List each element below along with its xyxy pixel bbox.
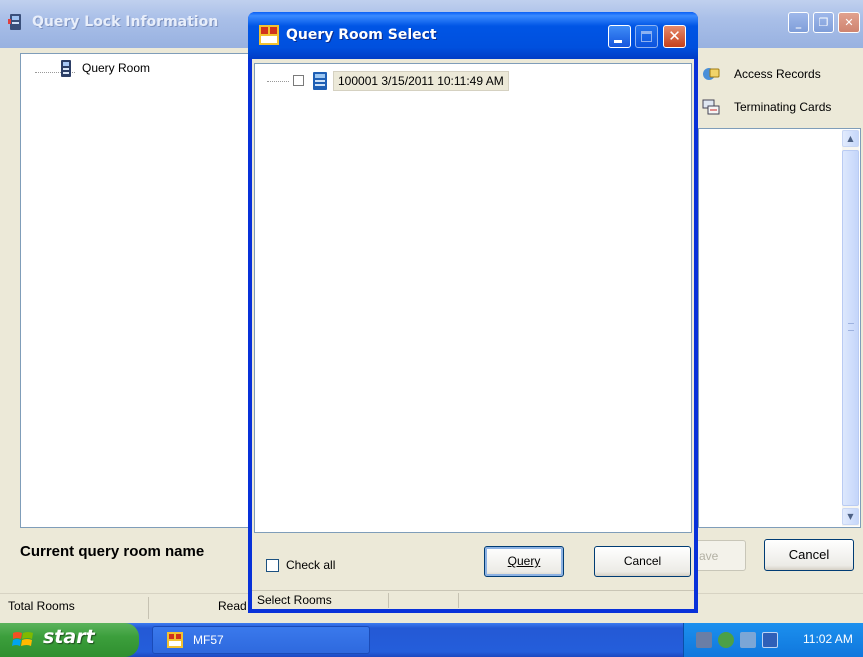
dialog-status-bar: Select Rooms	[252, 590, 694, 609]
save-button[interactable]: ave	[690, 540, 746, 571]
grip-icon	[848, 323, 854, 331]
status-read: Read	[218, 599, 247, 613]
dialog-titlebar[interactable]: Query Room Select ✕	[248, 12, 698, 59]
room-tree[interactable]: 100001 3/15/2011 10:11:49 AM	[254, 63, 692, 533]
status-divider	[148, 597, 149, 619]
main-cancel-button[interactable]: Cancel	[764, 539, 854, 571]
terminating-cards-icon	[702, 99, 720, 115]
close-icon[interactable]: ✕	[838, 12, 860, 33]
tree-connector	[267, 81, 289, 82]
tree-node-query-room[interactable]: Query Room	[82, 61, 150, 75]
taskbar-item-mf57[interactable]: MF57	[152, 626, 370, 654]
terminating-cards-button[interactable]: Terminating Cards	[698, 95, 861, 120]
minimize-icon[interactable]: _	[788, 12, 809, 33]
status-total-rooms: Total Rooms	[8, 599, 75, 613]
restore-icon[interactable]: ❐	[813, 12, 834, 33]
dialog-maximize-icon	[635, 25, 658, 48]
app-icon	[8, 14, 21, 30]
scroll-up-icon[interactable]: ▲	[842, 130, 859, 147]
query-tree[interactable]: Query Room	[20, 53, 253, 528]
clock[interactable]: 11:02 AM	[803, 632, 853, 646]
mf57-app-icon	[167, 632, 183, 648]
system-tray: 11:02 AM	[683, 623, 863, 657]
check-all-label: Check all	[286, 558, 336, 572]
scrollbar-thumb[interactable]	[842, 150, 859, 506]
room-node-icon	[313, 72, 327, 90]
dialog-body: 100001 3/15/2011 10:11:49 AM Check all Q…	[252, 59, 694, 609]
dialog-title: Query Room Select	[286, 27, 437, 43]
start-button[interactable]: start	[0, 623, 139, 657]
room-checkbox[interactable]	[293, 75, 304, 86]
dialog-app-icon	[259, 25, 279, 45]
vertical-scrollbar[interactable]: ▲ ▼	[842, 130, 859, 526]
safely-remove-icon[interactable]	[740, 632, 756, 648]
main-window-title: Query Lock Information	[32, 14, 219, 30]
current-query-room-label: Current query room name	[20, 543, 205, 560]
records-list[interactable]: ▲ ▼	[698, 128, 861, 528]
status-divider	[458, 593, 459, 608]
security-icon[interactable]	[718, 632, 734, 648]
dialog-minimize-icon[interactable]	[608, 25, 631, 48]
dialog-close-icon[interactable]: ✕	[663, 25, 686, 48]
taskbar: start MF57 11:02 AM	[0, 623, 863, 657]
room-node-icon	[61, 60, 71, 77]
access-records-icon	[703, 68, 720, 80]
dialog-cancel-button[interactable]: Cancel	[594, 546, 691, 577]
query-room-select-dialog: Query Room Select ✕ 100001 3/15/2011 10:…	[248, 12, 698, 613]
check-all-checkbox[interactable]: Check all	[266, 556, 366, 576]
query-button[interactable]: Query	[484, 546, 564, 577]
room-item-label[interactable]: 100001 3/15/2011 10:11:49 AM	[333, 71, 509, 91]
network-icon[interactable]	[696, 632, 712, 648]
status-divider	[388, 593, 389, 608]
access-records-button[interactable]: Access Records	[698, 62, 861, 87]
check-all-box[interactable]	[266, 559, 279, 572]
dialog-status-text: Select Rooms	[257, 593, 332, 607]
language-icon[interactable]	[762, 632, 778, 648]
scroll-down-icon[interactable]: ▼	[842, 508, 859, 525]
windows-logo-icon	[12, 632, 33, 646]
